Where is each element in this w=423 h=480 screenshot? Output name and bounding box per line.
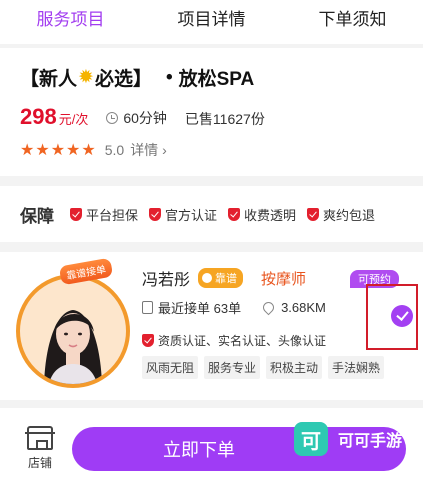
technician-name: 冯若彤 — [142, 272, 191, 289]
shield-check-icon — [307, 207, 320, 221]
rating-detail-link[interactable]: 详情 › — [130, 140, 167, 160]
guarantee-item: 官方认证 — [149, 205, 217, 224]
title-name: 放松SPA — [178, 69, 255, 90]
language-badge-text: 靠谱 — [215, 273, 238, 285]
tag: 手法娴熟 — [328, 356, 385, 379]
clock-icon — [106, 112, 119, 124]
distance: 3.68KM — [281, 300, 326, 315]
order-doc-icon — [142, 301, 153, 314]
price-unit: 元/次 — [58, 112, 89, 127]
avatar — [16, 274, 130, 388]
technician-avatar-wrap: 靠谱接单 — [14, 257, 134, 388]
guarantee-label: 保障 — [20, 206, 54, 226]
shield-check-icon — [149, 207, 162, 221]
guarantee-item: 收费透明 — [228, 205, 296, 224]
watermark-text: 可可手游 — [338, 433, 403, 450]
technician-role: 按摩师 — [261, 270, 307, 288]
technician-stats: 最近接单 63单 3.68KM — [142, 298, 326, 317]
title-prefix: 【新人 — [20, 69, 78, 90]
guarantee-item-label: 收费透明 — [244, 207, 297, 223]
language-badge: 靠谱 — [198, 268, 244, 288]
title-dot: • — [165, 66, 173, 88]
guarantee-item: 爽约包退 — [307, 205, 375, 224]
tab-service-details[interactable]: 项目详情 — [141, 0, 282, 44]
guarantee-item: 平台担保 — [70, 205, 138, 224]
guarantee-item-label: 爽约包退 — [323, 207, 376, 223]
tag: 服务专业 — [204, 356, 261, 379]
duration: 60分钟 — [106, 108, 167, 128]
title-mid: 必选】 — [94, 69, 152, 90]
store-icon — [25, 426, 55, 450]
certification-row: 资质认证、实名认证、头像认证 — [142, 332, 326, 349]
rating-row: ★★★★★ 5.0 详情 › — [20, 140, 167, 160]
select-checkmark-icon[interactable] — [391, 305, 413, 327]
rating-score: 5.0 — [104, 142, 125, 158]
watermark: 可 可可手游 — [294, 422, 402, 456]
guarantee-item-label: 平台担保 — [86, 207, 139, 223]
rating-stars-icon: ★★★★★ — [20, 142, 97, 159]
recent-orders: 最近接单 63单 — [158, 301, 242, 316]
shield-check-icon — [142, 334, 154, 347]
badge-dot-icon — [202, 273, 213, 283]
store-label: 店铺 — [27, 456, 52, 470]
technician-tags: 风雨无阻 服务专业 积极主动 手法娴熟 — [142, 356, 390, 379]
store-button[interactable]: 店铺 — [20, 426, 60, 471]
price-row: 298 元/次 60分钟 已售11627份 — [20, 104, 265, 130]
certifications: 资质认证、实名认证、头像认证 — [158, 334, 327, 348]
shield-check-icon — [70, 207, 82, 221]
next-card-peek — [0, 408, 423, 418]
guarantee-strip: 保障 平台担保 官方认证 收费透明 爽约包退 — [0, 186, 423, 242]
technician-name-row: 冯若彤 靠谱 按摩师 — [142, 266, 306, 290]
technician-card[interactable]: 靠谱接单 冯若彤 靠谱 按摩师 可预约 最近接单 63单 3.68KM 资质认证… — [0, 252, 423, 400]
tab-service-items[interactable]: 服务项目 — [0, 0, 141, 44]
service-title: 【新人 ✹ 必选】 • 放松SPA — [20, 64, 254, 91]
shield-check-icon — [228, 207, 241, 221]
location-pin-icon — [260, 299, 277, 316]
watermark-logo-icon: 可 — [294, 422, 328, 456]
star-badge-icon: ✹ — [78, 67, 94, 88]
tag: 风雨无阻 — [142, 356, 199, 379]
price-value: 298 — [20, 104, 57, 129]
service-summary-card: 【新人 ✹ 必选】 • 放松SPA 298 元/次 60分钟 已售11627份 … — [0, 48, 423, 176]
tab-bar: 服务项目 项目详情 下单须知 — [0, 0, 423, 44]
portrait-icon — [44, 310, 102, 384]
sold-count: 已售11627份 — [184, 111, 265, 127]
duration-text: 60分钟 — [123, 110, 167, 126]
tag: 积极主动 — [266, 356, 323, 379]
guarantee-item-label: 官方认证 — [165, 207, 218, 223]
tab-order-notes[interactable]: 下单须知 — [282, 0, 423, 44]
